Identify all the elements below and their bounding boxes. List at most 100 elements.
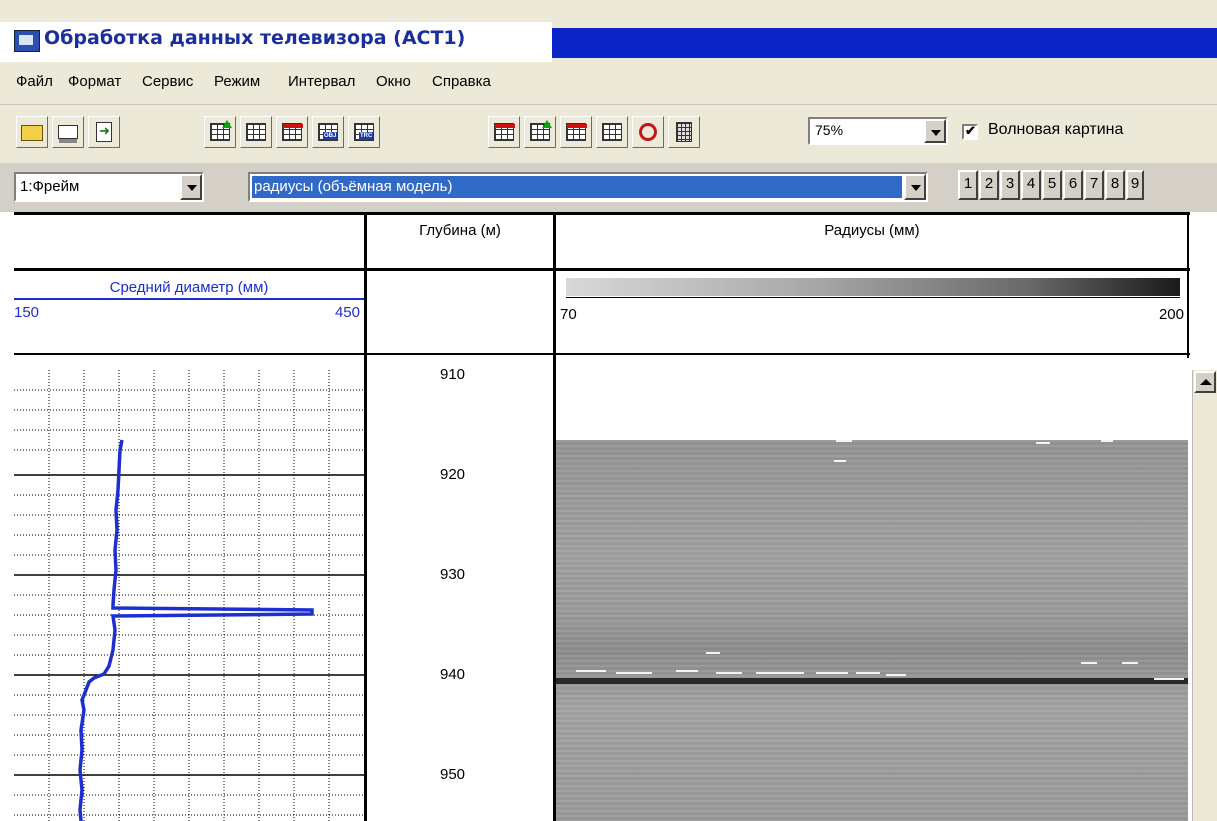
radius-dark-band xyxy=(556,678,1188,684)
radius-image xyxy=(556,368,1188,821)
radius-scale-min: 70 xyxy=(560,306,577,323)
mean-diameter-max: 450 xyxy=(334,304,360,321)
edit-track-button[interactable] xyxy=(560,116,592,148)
image-speck xyxy=(676,670,698,672)
copy-table-button[interactable] xyxy=(240,116,272,148)
depth-label: 940 xyxy=(440,666,466,683)
depth-column-header: Глубина (м) xyxy=(419,222,501,239)
image-speck xyxy=(706,652,720,654)
export-obj-button[interactable]: OBJ xyxy=(312,116,344,148)
radius-scale-axis xyxy=(566,297,1180,298)
radius-scale-max: 200 xyxy=(1158,306,1184,323)
add-table-icon xyxy=(210,120,232,141)
zoom-value: 75% xyxy=(815,122,844,138)
header-bottom-line xyxy=(14,353,1190,355)
calculator-icon xyxy=(676,122,692,142)
image-speck xyxy=(886,674,906,676)
image-speck xyxy=(616,672,652,674)
open-icon xyxy=(21,125,43,141)
frame-number-button[interactable]: 8 xyxy=(1105,170,1125,200)
cycle-icon xyxy=(639,123,657,141)
calculator-button[interactable] xyxy=(668,116,700,148)
view-select[interactable]: радиусы (объёмная модель) xyxy=(248,172,928,202)
print-icon xyxy=(58,125,78,139)
frame-number-button[interactable]: 5 xyxy=(1042,170,1062,200)
cycle-button[interactable] xyxy=(632,116,664,148)
menu-mode[interactable]: Режим xyxy=(214,73,260,90)
image-speck xyxy=(1122,662,1138,664)
frame-number-button[interactable]: 4 xyxy=(1021,170,1041,200)
radius-color-scale xyxy=(566,278,1180,296)
frame-number-button[interactable]: 9 xyxy=(1126,170,1144,200)
radius-column-header: Радиусы (мм) xyxy=(824,222,920,239)
table-icon xyxy=(602,123,622,141)
image-speck xyxy=(576,670,606,672)
export-trc-button[interactable]: TRC xyxy=(348,116,380,148)
frame-number-button[interactable]: 6 xyxy=(1063,170,1083,200)
image-speck xyxy=(1154,678,1184,680)
open-button[interactable] xyxy=(16,116,48,148)
mean-diameter-axis xyxy=(14,298,364,300)
red-table-icon xyxy=(282,123,303,141)
add-track-icon xyxy=(530,120,552,141)
mean-diameter-track xyxy=(14,370,364,821)
radius-image-fill xyxy=(556,440,1188,821)
obj-tag: OBJ xyxy=(323,132,338,140)
scroll-up-icon[interactable] xyxy=(1194,371,1216,393)
print-button[interactable] xyxy=(52,116,84,148)
chevron-down-icon[interactable] xyxy=(904,174,926,200)
import-button[interactable] xyxy=(488,116,520,148)
image-speck xyxy=(1081,662,1097,664)
image-speck xyxy=(856,672,880,674)
menu-service[interactable]: Сервис xyxy=(142,73,193,90)
wave-checkbox[interactable]: ✔ xyxy=(962,123,978,140)
mean-diameter-min: 150 xyxy=(14,304,40,321)
frame-number-button[interactable]: 2 xyxy=(979,170,999,200)
image-speck xyxy=(834,460,846,462)
import-icon xyxy=(494,123,515,141)
zoom-select[interactable]: 75% xyxy=(808,117,948,145)
image-speck xyxy=(1101,440,1113,442)
app-icon[interactable] xyxy=(14,30,40,52)
trc-tag: TRC xyxy=(359,132,374,140)
column-divider xyxy=(364,212,367,821)
image-speck xyxy=(816,672,848,674)
menu-format[interactable]: Формат xyxy=(68,73,121,90)
header-divider-line xyxy=(14,268,1190,271)
image-speck xyxy=(836,440,852,442)
export-trc-icon: TRC xyxy=(354,123,374,141)
image-speck xyxy=(716,672,742,674)
frame-value: 1:Фрейм xyxy=(20,178,80,195)
add-table-button[interactable] xyxy=(204,116,236,148)
title-bar-fill[interactable] xyxy=(552,28,1217,58)
view-value: радиусы (объёмная модель) xyxy=(251,175,903,199)
menu-window[interactable]: Окно xyxy=(376,73,411,90)
frame-number-button[interactable]: 3 xyxy=(1000,170,1020,200)
menu-bar: Файл Формат Сервис Режим Интервал Окно С… xyxy=(0,62,1217,105)
image-speck xyxy=(1036,442,1050,444)
image-speck xyxy=(756,672,804,674)
chevron-down-icon[interactable] xyxy=(180,174,202,200)
red-table-button[interactable] xyxy=(276,116,308,148)
menu-help[interactable]: Справка xyxy=(432,73,491,90)
mean-diameter-curve xyxy=(78,439,314,821)
depth-label: 950 xyxy=(440,766,466,783)
depth-label: 930 xyxy=(440,566,466,583)
vertical-scrollbar[interactable] xyxy=(1192,370,1217,821)
menu-interval[interactable]: Интервал xyxy=(288,73,355,90)
edit-track-icon xyxy=(566,123,587,141)
frame-number-button[interactable]: 7 xyxy=(1084,170,1104,200)
exit-icon xyxy=(96,122,112,142)
frame-select[interactable]: 1:Фрейм xyxy=(14,172,204,202)
chevron-down-icon[interactable] xyxy=(924,119,946,143)
export-obj-icon: OBJ xyxy=(318,123,338,141)
menu-file[interactable]: Файл xyxy=(16,73,53,90)
depth-label: 910 xyxy=(440,366,466,383)
copy-table-icon xyxy=(246,123,266,141)
exit-button[interactable] xyxy=(88,116,120,148)
window-title: Обработка данных телевизора (ACT1) xyxy=(44,27,466,49)
add-track-button[interactable] xyxy=(524,116,556,148)
wave-checkbox-label: Волновая картина xyxy=(988,121,1124,138)
frame-number-button[interactable]: 1 xyxy=(958,170,978,200)
table-button[interactable] xyxy=(596,116,628,148)
